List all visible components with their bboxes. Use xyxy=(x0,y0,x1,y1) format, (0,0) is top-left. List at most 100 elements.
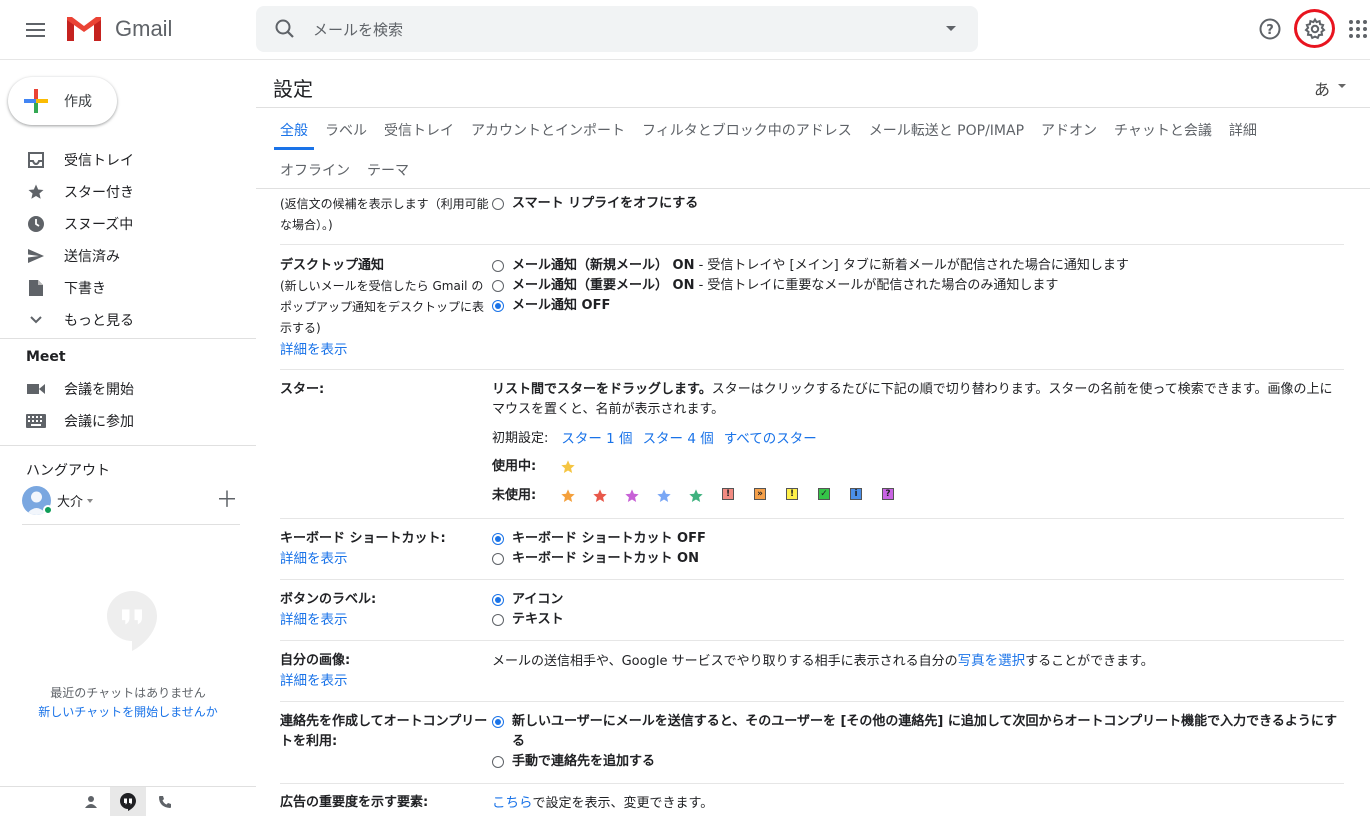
preset-4-stars-link[interactable]: スター 4 個 xyxy=(643,429,714,449)
select-photo-link[interactable]: 写真を選択 xyxy=(958,653,1026,669)
sidebar-item-label: 受信トレイ xyxy=(64,153,134,169)
marker-box-icon[interactable]: ! xyxy=(712,488,744,504)
desktop-off-option[interactable]: メール通知 OFF xyxy=(492,296,1342,316)
option-label: メール通知（新規メール） ON xyxy=(512,258,695,273)
radio-button[interactable] xyxy=(492,533,504,545)
chevron-down-icon xyxy=(30,316,42,324)
tab-addons[interactable]: アドオン xyxy=(1041,120,1097,140)
ads-text: で設定を表示、変更できます。 xyxy=(532,796,714,811)
hangouts-heading: ハングアウト xyxy=(26,463,110,479)
main-menu-button[interactable] xyxy=(20,14,52,46)
start-chat-link[interactable]: 新しいチャットを開始しませんか xyxy=(0,703,256,720)
ads-settings-link[interactable]: こちら xyxy=(492,795,533,811)
input-tools-button[interactable]: あ xyxy=(1314,76,1330,100)
search-icon[interactable] xyxy=(274,18,296,40)
radio-button[interactable] xyxy=(492,756,504,768)
learn-more-link[interactable]: 詳細を表示 xyxy=(280,610,490,630)
unused-stars-list: !»! ✓ i? xyxy=(552,488,904,504)
marker-box-icon[interactable]: ? xyxy=(872,488,904,504)
star-icon[interactable] xyxy=(584,488,616,504)
compose-button[interactable]: 作成 xyxy=(8,77,117,125)
preset-1-star-link[interactable]: スター 1 個 xyxy=(561,429,632,449)
radio-button[interactable] xyxy=(492,716,504,728)
marker-box-icon[interactable]: ! xyxy=(776,488,808,504)
marker-box-icon[interactable]: » xyxy=(744,488,776,504)
star-icon[interactable] xyxy=(616,488,648,504)
setting-label: スター: xyxy=(280,382,325,397)
nav-list: 受信トレイ スター付き スヌーズ中 送信済み 下書き もっと見る xyxy=(0,144,256,336)
contacts-tab[interactable] xyxy=(73,787,109,816)
setting-label: キーボード ショートカット: xyxy=(280,531,446,546)
settings-panel: (返信文の候補を表示します（利用可能な場合）。) スマート リプライをオフにする… xyxy=(280,190,1344,815)
inbox-icon xyxy=(28,152,44,168)
tab-labels[interactable]: ラベル xyxy=(325,120,367,140)
smart-reply-off-option[interactable]: スマート リプライをオフにする xyxy=(492,194,1342,214)
sidebar-item-drafts[interactable]: 下書き xyxy=(0,272,256,304)
help-icon[interactable]: ? xyxy=(1258,17,1282,41)
tab-offline[interactable]: オフライン xyxy=(280,160,350,180)
phone-tab[interactable] xyxy=(147,787,183,816)
star-yellow-icon[interactable] xyxy=(552,459,584,475)
settings-button[interactable] xyxy=(1294,9,1335,48)
tab-filters[interactable]: フィルタとブロック中のアドレス xyxy=(642,120,852,140)
search-options-icon[interactable] xyxy=(946,26,956,31)
sidebar: 作成 受信トレイ スター付き スヌーズ中 送信済み 下書き もっと見る Meet xyxy=(0,60,256,816)
tab-inbox[interactable]: 受信トレイ xyxy=(384,120,454,140)
tab-forwarding[interactable]: メール転送と POP/IMAP xyxy=(869,120,1024,140)
divider xyxy=(256,107,1370,108)
learn-more-link[interactable]: 詳細を表示 xyxy=(280,340,490,360)
apps-grid-icon[interactable] xyxy=(1349,20,1367,38)
hangouts-user[interactable]: 大介 xyxy=(22,486,94,515)
settings-tabs-row-2: オフライン テーマ xyxy=(280,160,426,180)
autocomplete-auto-option[interactable]: 新しいユーザーにメールを送信すると、そのユーザーを [その他の連絡先] に追加し… xyxy=(492,712,1342,752)
radio-button[interactable] xyxy=(492,260,504,272)
sidebar-item-more[interactable]: もっと見る xyxy=(0,304,256,336)
divider xyxy=(256,188,1370,189)
send-icon xyxy=(28,249,44,263)
radio-button[interactable] xyxy=(492,614,504,626)
button-labels-text-option[interactable]: テキスト xyxy=(492,610,1342,630)
setting-row-ads: 広告の重要度を示す要素: こちらで設定を表示、変更できます。 xyxy=(280,784,1344,815)
sidebar-item-join-meeting[interactable]: 会議に参加 xyxy=(0,405,256,437)
tab-themes[interactable]: テーマ xyxy=(367,160,409,180)
keyboard-off-option[interactable]: キーボード ショートカット OFF xyxy=(492,529,1342,549)
button-labels-icons-option[interactable]: アイコン xyxy=(492,590,1342,610)
radio-button[interactable] xyxy=(492,280,504,292)
star-icon[interactable] xyxy=(680,488,712,504)
gmail-logo[interactable]: Gmail xyxy=(65,14,172,43)
radio-button[interactable] xyxy=(492,594,504,606)
add-chat-button[interactable]: ＋ xyxy=(216,490,238,512)
chat-tab[interactable] xyxy=(110,787,146,816)
star-icon xyxy=(28,184,44,199)
sidebar-item-snoozed[interactable]: スヌーズ中 xyxy=(0,208,256,240)
preset-all-stars-link[interactable]: すべてのスター xyxy=(724,429,817,449)
learn-more-link[interactable]: 詳細を表示 xyxy=(280,549,490,569)
marker-box-icon[interactable]: i xyxy=(840,488,872,504)
star-icon[interactable] xyxy=(648,488,680,504)
sidebar-item-inbox[interactable]: 受信トレイ xyxy=(0,144,256,176)
tab-chat[interactable]: チャットと会議 xyxy=(1114,120,1212,140)
radio-button[interactable] xyxy=(492,198,504,210)
tab-advanced[interactable]: 詳細 xyxy=(1229,120,1257,140)
radio-button[interactable] xyxy=(492,300,504,312)
desktop-important-mail-option[interactable]: メール通知（重要メール） ON - 受信トレイに重要なメールが配信された場合のみ… xyxy=(492,276,1342,296)
chevron-down-icon[interactable] xyxy=(1338,84,1346,88)
sidebar-item-starred[interactable]: スター付き xyxy=(0,176,256,208)
radio-button[interactable] xyxy=(492,553,504,565)
sidebar-item-new-meeting[interactable]: 会議を開始 xyxy=(0,373,256,405)
search-bar[interactable]: メールを検索 xyxy=(256,6,978,52)
autocomplete-manual-option[interactable]: 手動で連絡先を追加する xyxy=(492,752,1342,772)
star-presets: 初期設定: スター 1 個 スター 4 個 すべてのスター xyxy=(492,429,1342,449)
tab-accounts[interactable]: アカウントとインポート xyxy=(471,120,625,140)
setting-label: デスクトップ通知 xyxy=(280,258,385,273)
marker-box-icon[interactable]: ✓ xyxy=(808,488,840,504)
tab-general[interactable]: 全般 xyxy=(280,120,308,140)
learn-more-link[interactable]: 詳細を表示 xyxy=(280,671,490,691)
search-input[interactable]: メールを検索 xyxy=(313,19,403,40)
desktop-new-mail-option[interactable]: メール通知（新規メール） ON - 受信トレイや [メイン] タブに新着メールが… xyxy=(492,256,1342,276)
keyboard-on-option[interactable]: キーボード ショートカット ON xyxy=(492,549,1342,569)
compose-plus-icon xyxy=(24,89,48,113)
sidebar-item-sent[interactable]: 送信済み xyxy=(0,240,256,272)
star-icon[interactable] xyxy=(552,488,584,504)
sidebar-item-label: もっと見る xyxy=(64,313,134,329)
